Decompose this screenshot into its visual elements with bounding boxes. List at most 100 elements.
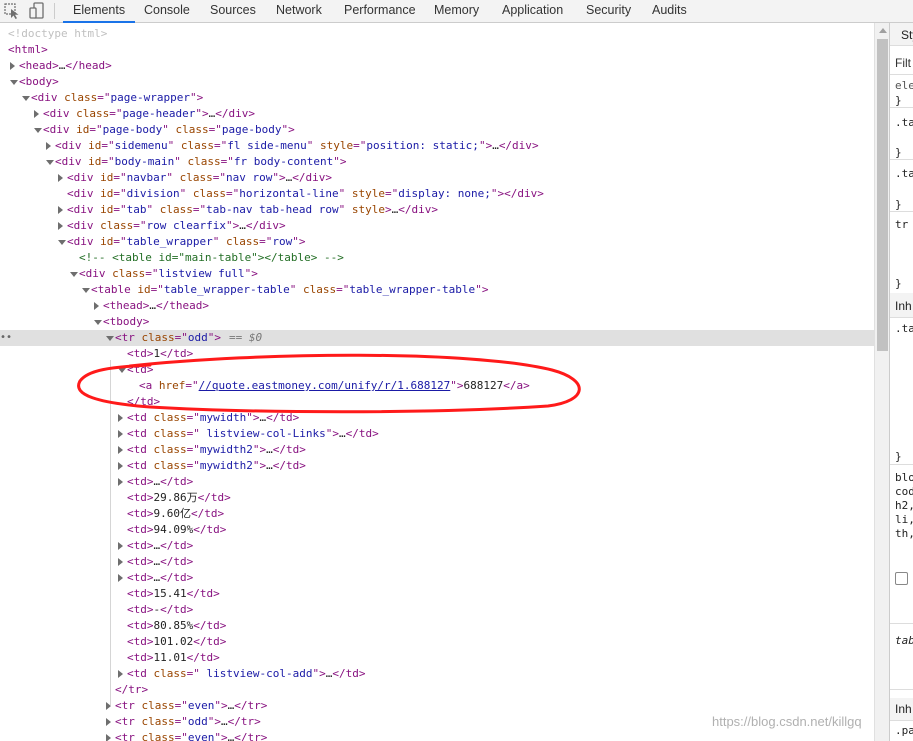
dom-node[interactable]: <html> (0, 42, 874, 58)
expand-triangle-closed-icon[interactable] (106, 734, 111, 741)
dom-node[interactable]: <div id="table_wrapper" class="row"> (0, 234, 874, 250)
expand-triangle-closed-icon[interactable] (94, 302, 99, 310)
dom-node[interactable]: <div class="row clearfix">…</div> (0, 218, 874, 234)
dom-node[interactable]: <thead>…</thead> (0, 298, 874, 314)
dom-node[interactable]: <td class=" listview-col-Links">…</td> (0, 426, 874, 442)
style-rule-selector: tr (895, 218, 909, 231)
tab-elements[interactable]: Elements (62, 0, 136, 23)
dom-node[interactable]: <div class="page-wrapper"> (0, 90, 874, 106)
dom-node[interactable]: <td> (0, 362, 874, 378)
dom-node[interactable]: <div class="listview full"> (0, 266, 874, 282)
expand-triangle-open-icon[interactable] (118, 368, 126, 373)
expand-triangle-open-icon[interactable] (106, 336, 114, 341)
dom-node[interactable]: <td>9.60亿</td> (0, 506, 874, 522)
expand-triangle-closed-icon[interactable] (118, 462, 123, 470)
expand-triangle-closed-icon[interactable] (118, 542, 123, 550)
dom-node[interactable]: <div id="body-main" class="fr body-conte… (0, 154, 874, 170)
dom-node[interactable]: <td class="mywidth2">…</td> (0, 458, 874, 474)
inherited-label: Inh (895, 702, 912, 716)
dom-node[interactable]: <div id="tab" class="tab-nav tab-head ro… (0, 202, 874, 218)
scrollbar-thumb[interactable] (877, 39, 888, 351)
styles-tab[interactable]: Sty (901, 28, 913, 42)
dom-node[interactable]: <div class="page-header">…</div> (0, 106, 874, 122)
expand-triangle-open-icon[interactable] (22, 96, 30, 101)
expand-triangle-closed-icon[interactable] (46, 142, 51, 150)
expand-triangle-closed-icon[interactable] (118, 558, 123, 566)
tab-sources[interactable]: Sources (210, 0, 256, 22)
dom-node[interactable]: <body> (0, 74, 874, 90)
cursor-arrow-icon[interactable] (2, 0, 24, 22)
dom-node[interactable]: <table id="table_wrapper-table" class="t… (0, 282, 874, 298)
expand-triangle-closed-icon[interactable] (106, 718, 111, 726)
dom-node[interactable]: <a href="//quote.eastmoney.com/unify/r/1… (0, 378, 874, 394)
dom-node-markup: <html> (8, 43, 48, 56)
dom-node[interactable]: <div id="division" class="horizontal-lin… (0, 186, 874, 202)
style-rule-selector: tab (895, 634, 913, 647)
dom-node-selected[interactable]: •• <tr class="odd"> == $0 (0, 330, 874, 346)
tab-console[interactable]: Console (144, 0, 190, 22)
expand-triangle-open-icon[interactable] (58, 240, 66, 245)
dom-node[interactable]: <td class="mywidth">…</td> (0, 410, 874, 426)
dom-node[interactable]: <td>…</td> (0, 474, 874, 490)
dom-node[interactable]: <td>…</td> (0, 554, 874, 570)
dom-node-markup: <!-- <table id="main-table"></table> --> (79, 251, 344, 264)
dom-node-markup: <div id="body-main" class="fr body-conte… (55, 155, 347, 168)
dom-node[interactable]: <head>…</head> (0, 58, 874, 74)
expand-triangle-closed-icon[interactable] (58, 206, 63, 214)
expand-triangle-open-icon[interactable] (82, 288, 90, 293)
dom-node[interactable]: <!-- <table id="main-table"></table> --> (0, 250, 874, 266)
dom-node[interactable]: <td class="mywidth2">…</td> (0, 442, 874, 458)
expand-triangle-open-icon[interactable] (34, 128, 42, 133)
tab-application[interactable]: Application (502, 0, 563, 22)
dom-node[interactable]: <tr class="even">…</tr> (0, 698, 874, 714)
dom-node[interactable]: </tr> (0, 682, 874, 698)
dom-node[interactable]: <td>…</td> (0, 570, 874, 586)
dom-node[interactable]: <td>15.41</td> (0, 586, 874, 602)
dom-node[interactable]: <td>94.09%</td> (0, 522, 874, 538)
dom-node-markup: <!doctype html> (8, 27, 108, 40)
style-property-checkbox[interactable] (895, 572, 908, 585)
tab-memory[interactable]: Memory (434, 0, 479, 22)
dom-node-markup: <td>…</td> (127, 555, 194, 568)
dom-node[interactable]: <td>80.85%</td> (0, 618, 874, 634)
elements-scrollbar[interactable] (874, 23, 890, 741)
expand-triangle-closed-icon[interactable] (10, 62, 15, 70)
styles-filter-input[interactable]: Filt (895, 56, 911, 70)
expand-triangle-closed-icon[interactable] (118, 446, 123, 454)
expand-triangle-open-icon[interactable] (46, 160, 54, 165)
expand-triangle-closed-icon[interactable] (118, 574, 123, 582)
dom-node[interactable]: <td>11.01</td> (0, 650, 874, 666)
dom-node[interactable]: <td>…</td> (0, 538, 874, 554)
dom-node[interactable]: <td>1</td> (0, 346, 874, 362)
dom-node[interactable]: <tbody> (0, 314, 874, 330)
dom-node[interactable]: <div id="sidemenu" class="fl side-menu" … (0, 138, 874, 154)
tab-audits[interactable]: Audits (652, 0, 687, 22)
dom-node[interactable]: </td> (0, 394, 874, 410)
expand-triangle-open-icon[interactable] (70, 272, 78, 277)
tab-performance[interactable]: Performance (344, 0, 416, 22)
dom-node[interactable]: <div id="page-body" class="page-body"> (0, 122, 874, 138)
expand-triangle-closed-icon[interactable] (118, 478, 123, 486)
expand-triangle-closed-icon[interactable] (118, 414, 123, 422)
dom-node[interactable]: <!doctype html> (0, 26, 874, 42)
tab-network[interactable]: Network (276, 0, 322, 22)
expand-triangle-closed-icon[interactable] (58, 222, 63, 230)
dom-node[interactable]: <td>101.02</td> (0, 634, 874, 650)
dom-node[interactable]: <div id="navbar" class="nav row">…</div> (0, 170, 874, 186)
expand-triangle-closed-icon[interactable] (106, 702, 111, 710)
expand-triangle-open-icon[interactable] (10, 80, 18, 85)
dom-node[interactable]: <td>-</td> (0, 602, 874, 618)
dom-node[interactable]: <td>29.86万</td> (0, 490, 874, 506)
dom-node-markup: <div id="page-body" class="page-body"> (43, 123, 295, 136)
expand-triangle-closed-icon[interactable] (34, 110, 39, 118)
device-toggle-icon[interactable] (26, 0, 48, 22)
expand-triangle-closed-icon[interactable] (118, 670, 123, 678)
dom-node[interactable]: <td class=" listview-col-add">…</td> (0, 666, 874, 682)
dom-node[interactable]: <tr class="even">…</tr> (0, 730, 874, 741)
dom-node-markup: <td>-</td> (127, 603, 194, 616)
scroll-up-icon[interactable] (879, 28, 887, 33)
expand-triangle-open-icon[interactable] (94, 320, 102, 325)
expand-triangle-closed-icon[interactable] (118, 430, 123, 438)
tab-security[interactable]: Security (586, 0, 631, 22)
expand-triangle-closed-icon[interactable] (58, 174, 63, 182)
